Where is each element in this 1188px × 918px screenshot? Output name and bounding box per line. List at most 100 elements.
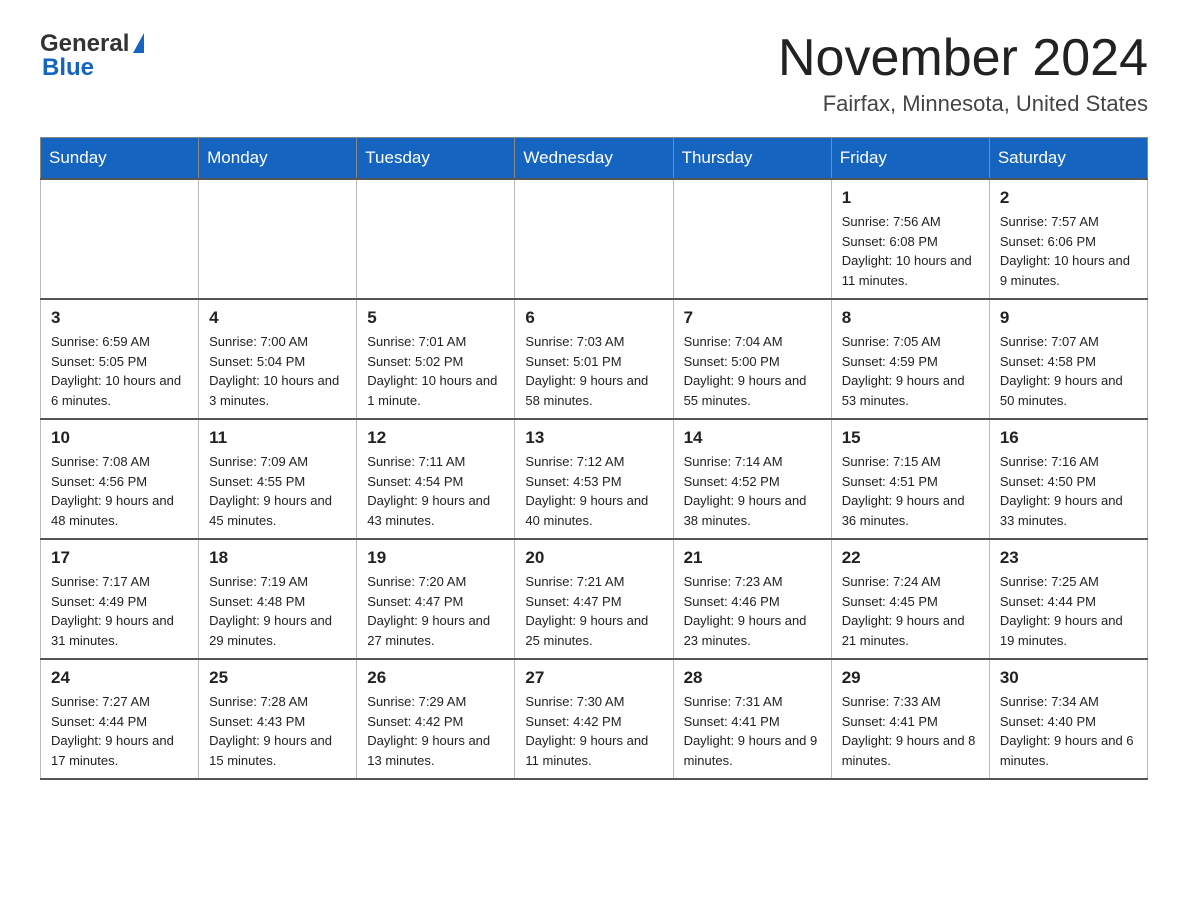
day-info: Sunrise: 7:05 AM Sunset: 4:59 PM Dayligh… (842, 332, 979, 410)
day-info: Sunrise: 7:24 AM Sunset: 4:45 PM Dayligh… (842, 572, 979, 650)
day-number: 17 (51, 548, 188, 568)
calendar-cell: 6 Sunrise: 7:03 AM Sunset: 5:01 PM Daylig… (515, 299, 673, 419)
title-section: November 2024 Fairfax, Minnesota, United… (778, 30, 1148, 117)
day-info: Sunrise: 7:19 AM Sunset: 4:48 PM Dayligh… (209, 572, 346, 650)
day-info: Sunrise: 7:31 AM Sunset: 4:41 PM Dayligh… (684, 692, 821, 770)
day-number: 13 (525, 428, 662, 448)
day-number: 15 (842, 428, 979, 448)
day-info: Sunrise: 7:14 AM Sunset: 4:52 PM Dayligh… (684, 452, 821, 530)
day-number: 11 (209, 428, 346, 448)
day-number: 30 (1000, 668, 1137, 688)
calendar-cell: 14 Sunrise: 7:14 AM Sunset: 4:52 PM Dayli… (673, 419, 831, 539)
calendar-cell (199, 179, 357, 299)
day-info: Sunrise: 7:00 AM Sunset: 5:04 PM Dayligh… (209, 332, 346, 410)
calendar-weekday-sunday: Sunday (41, 138, 199, 180)
calendar-weekday-thursday: Thursday (673, 138, 831, 180)
calendar-row-0: 1 Sunrise: 7:56 AM Sunset: 6:08 PM Daylig… (41, 179, 1148, 299)
calendar-cell: 23 Sunrise: 7:25 AM Sunset: 4:44 PM Dayli… (989, 539, 1147, 659)
calendar-cell: 7 Sunrise: 7:04 AM Sunset: 5:00 PM Daylig… (673, 299, 831, 419)
day-number: 7 (684, 308, 821, 328)
day-info: Sunrise: 7:20 AM Sunset: 4:47 PM Dayligh… (367, 572, 504, 650)
calendar-cell (673, 179, 831, 299)
day-number: 28 (684, 668, 821, 688)
day-number: 16 (1000, 428, 1137, 448)
calendar-header-row: SundayMondayTuesdayWednesdayThursdayFrid… (41, 138, 1148, 180)
calendar-cell: 13 Sunrise: 7:12 AM Sunset: 4:53 PM Dayli… (515, 419, 673, 539)
calendar-cell: 22 Sunrise: 7:24 AM Sunset: 4:45 PM Dayli… (831, 539, 989, 659)
day-info: Sunrise: 7:07 AM Sunset: 4:58 PM Dayligh… (1000, 332, 1137, 410)
day-number: 24 (51, 668, 188, 688)
calendar-cell (357, 179, 515, 299)
page-header: General Blue November 2024 Fairfax, Minn… (40, 30, 1148, 117)
calendar-cell: 3 Sunrise: 6:59 AM Sunset: 5:05 PM Daylig… (41, 299, 199, 419)
calendar-cell (515, 179, 673, 299)
day-info: Sunrise: 7:29 AM Sunset: 4:42 PM Dayligh… (367, 692, 504, 770)
calendar-cell: 27Sunrise: 7:30 AM Sunset: 4:42 PM Dayli… (515, 659, 673, 779)
calendar-cell: 9 Sunrise: 7:07 AM Sunset: 4:58 PM Daylig… (989, 299, 1147, 419)
day-number: 1 (842, 188, 979, 208)
day-number: 20 (525, 548, 662, 568)
calendar-row-4: 24 Sunrise: 7:27 AM Sunset: 4:44 PM Dayli… (41, 659, 1148, 779)
calendar-cell: 15 Sunrise: 7:15 AM Sunset: 4:51 PM Dayli… (831, 419, 989, 539)
calendar-weekday-monday: Monday (199, 138, 357, 180)
day-info: Sunrise: 7:33 AM Sunset: 4:41 PM Dayligh… (842, 692, 979, 770)
calendar-cell: 29 Sunrise: 7:33 AM Sunset: 4:41 PM Dayli… (831, 659, 989, 779)
day-info: Sunrise: 7:01 AM Sunset: 5:02 PM Dayligh… (367, 332, 504, 410)
calendar-table: SundayMondayTuesdayWednesdayThursdayFrid… (40, 137, 1148, 780)
calendar-cell: 25 Sunrise: 7:28 AM Sunset: 4:43 PM Dayli… (199, 659, 357, 779)
calendar-cell: 18 Sunrise: 7:19 AM Sunset: 4:48 PM Dayli… (199, 539, 357, 659)
calendar-cell: 10 Sunrise: 7:08 AM Sunset: 4:56 PM Dayli… (41, 419, 199, 539)
day-info: Sunrise: 7:25 AM Sunset: 4:44 PM Dayligh… (1000, 572, 1137, 650)
calendar-cell: 30Sunrise: 7:34 AM Sunset: 4:40 PM Dayli… (989, 659, 1147, 779)
day-number: 9 (1000, 308, 1137, 328)
day-number: 3 (51, 308, 188, 328)
day-info: Sunrise: 7:21 AM Sunset: 4:47 PM Dayligh… (525, 572, 662, 650)
day-info: Sunrise: 7:28 AM Sunset: 4:43 PM Dayligh… (209, 692, 346, 770)
day-info: Sunrise: 6:59 AM Sunset: 5:05 PM Dayligh… (51, 332, 188, 410)
calendar-cell: 8 Sunrise: 7:05 AM Sunset: 4:59 PM Daylig… (831, 299, 989, 419)
calendar-cell: 1 Sunrise: 7:56 AM Sunset: 6:08 PM Daylig… (831, 179, 989, 299)
day-info: Sunrise: 7:12 AM Sunset: 4:53 PM Dayligh… (525, 452, 662, 530)
calendar-cell: 28 Sunrise: 7:31 AM Sunset: 4:41 PM Dayli… (673, 659, 831, 779)
day-info: Sunrise: 7:03 AM Sunset: 5:01 PM Dayligh… (525, 332, 662, 410)
calendar-row-1: 3 Sunrise: 6:59 AM Sunset: 5:05 PM Daylig… (41, 299, 1148, 419)
calendar-row-3: 17Sunrise: 7:17 AM Sunset: 4:49 PM Dayli… (41, 539, 1148, 659)
day-info: Sunrise: 7:15 AM Sunset: 4:51 PM Dayligh… (842, 452, 979, 530)
day-number: 29 (842, 668, 979, 688)
day-number: 6 (525, 308, 662, 328)
calendar-cell: 20 Sunrise: 7:21 AM Sunset: 4:47 PM Dayli… (515, 539, 673, 659)
calendar-weekday-saturday: Saturday (989, 138, 1147, 180)
calendar-weekday-friday: Friday (831, 138, 989, 180)
day-number: 12 (367, 428, 504, 448)
calendar-cell: 4Sunrise: 7:00 AM Sunset: 5:04 PM Daylig… (199, 299, 357, 419)
day-info: Sunrise: 7:27 AM Sunset: 4:44 PM Dayligh… (51, 692, 188, 770)
day-number: 14 (684, 428, 821, 448)
calendar-cell (41, 179, 199, 299)
day-number: 18 (209, 548, 346, 568)
day-number: 22 (842, 548, 979, 568)
logo-triangle-icon (133, 33, 144, 53)
day-info: Sunrise: 7:11 AM Sunset: 4:54 PM Dayligh… (367, 452, 504, 530)
calendar-cell: 5Sunrise: 7:01 AM Sunset: 5:02 PM Daylig… (357, 299, 515, 419)
day-number: 8 (842, 308, 979, 328)
day-number: 25 (209, 668, 346, 688)
calendar-weekday-tuesday: Tuesday (357, 138, 515, 180)
day-info: Sunrise: 7:23 AM Sunset: 4:46 PM Dayligh… (684, 572, 821, 650)
calendar-cell: 24 Sunrise: 7:27 AM Sunset: 4:44 PM Dayli… (41, 659, 199, 779)
calendar-cell: 2Sunrise: 7:57 AM Sunset: 6:06 PM Daylig… (989, 179, 1147, 299)
month-title: November 2024 (778, 30, 1148, 87)
day-info: Sunrise: 7:56 AM Sunset: 6:08 PM Dayligh… (842, 212, 979, 290)
day-number: 23 (1000, 548, 1137, 568)
calendar-cell: 26Sunrise: 7:29 AM Sunset: 4:42 PM Dayli… (357, 659, 515, 779)
day-info: Sunrise: 7:04 AM Sunset: 5:00 PM Dayligh… (684, 332, 821, 410)
day-info: Sunrise: 7:09 AM Sunset: 4:55 PM Dayligh… (209, 452, 346, 530)
day-number: 19 (367, 548, 504, 568)
calendar-cell: 19 Sunrise: 7:20 AM Sunset: 4:47 PM Dayli… (357, 539, 515, 659)
calendar-cell: 21Sunrise: 7:23 AM Sunset: 4:46 PM Dayli… (673, 539, 831, 659)
logo: General Blue (40, 30, 144, 82)
day-number: 10 (51, 428, 188, 448)
day-info: Sunrise: 7:16 AM Sunset: 4:50 PM Dayligh… (1000, 452, 1137, 530)
day-info: Sunrise: 7:08 AM Sunset: 4:56 PM Dayligh… (51, 452, 188, 530)
calendar-cell: 17Sunrise: 7:17 AM Sunset: 4:49 PM Dayli… (41, 539, 199, 659)
calendar-cell: 16 Sunrise: 7:16 AM Sunset: 4:50 PM Dayli… (989, 419, 1147, 539)
